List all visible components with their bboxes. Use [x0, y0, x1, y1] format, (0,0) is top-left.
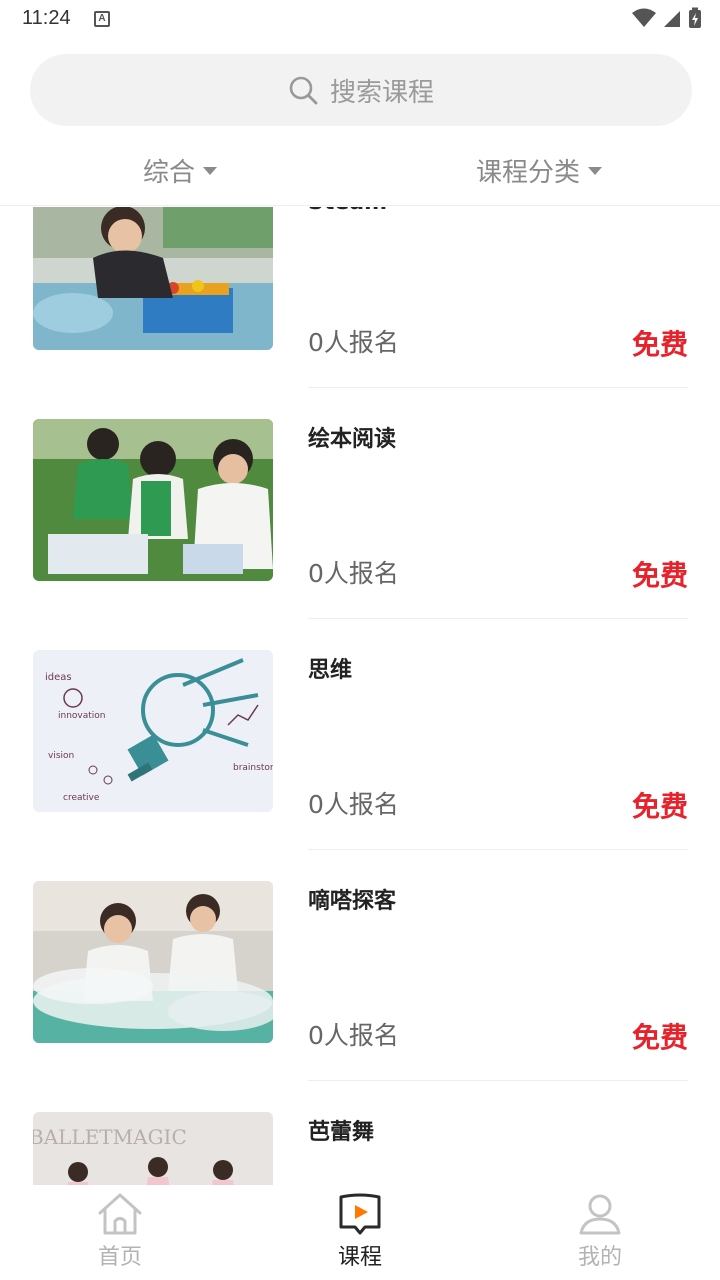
course-thumbnail [33, 881, 273, 1043]
home-icon [98, 1193, 142, 1235]
search-input[interactable]: 搜索课程 [30, 54, 692, 126]
signal-icon [664, 11, 680, 27]
battery-icon [689, 7, 701, 28]
filter-sort-label: 综合 [143, 158, 196, 188]
tab-course[interactable]: 课程 [300, 1191, 420, 1271]
filter-sort-dropdown[interactable]: 综合 [143, 152, 218, 189]
course-book-icon [339, 1193, 381, 1235]
svg-text:innovation: innovation [58, 711, 106, 721]
course-title: 嘀嗒探客 [308, 889, 397, 914]
course-thumbnail [33, 419, 273, 581]
course-title: Steam [308, 207, 387, 215]
caret-down-icon [588, 166, 603, 175]
course-item[interactable]: 嘀嗒探客 0人报名 免费 [0, 831, 720, 1081]
course-title: 绘本阅读 [308, 427, 397, 452]
enroll-count: 0人报名 [308, 328, 399, 357]
profile-icon [579, 1194, 621, 1235]
course-price: 免费 [631, 559, 688, 592]
tab-course-label: 课程 [337, 1245, 382, 1270]
course-price: 免费 [631, 328, 688, 361]
app-screen: 11:24 A 搜索课程 综合 课程分类 0人报名 免费 绘本阅读 0人报名 免… [0, 0, 720, 1280]
enroll-count: 0人报名 [308, 1021, 399, 1050]
course-item[interactable]: BALLETMAGIC 芭蕾舞 [0, 1062, 720, 1185]
course-item[interactable]: ideas innovation vision creative brainst… [0, 600, 720, 850]
status-time: 11:24 [22, 7, 71, 29]
filter-category-dropdown[interactable]: 课程分类 [476, 152, 603, 189]
course-title: 芭蕾舞 [308, 1120, 375, 1145]
course-price: 免费 [631, 790, 688, 823]
svg-text:creative: creative [63, 793, 100, 803]
enroll-count: 0人报名 [308, 790, 399, 819]
filter-bar: 综合 课程分类 [0, 140, 720, 206]
notification-icon: A [94, 11, 110, 27]
course-thumbnail [33, 207, 273, 350]
course-thumbnail: ideas innovation vision creative brainst… [33, 650, 273, 812]
search-placeholder: 搜索课程 [329, 77, 434, 108]
bottom-tab-bar: 首页 课程 我的 [0, 1185, 720, 1280]
svg-text:vision: vision [48, 751, 74, 761]
svg-text:brainstorm: brainstorm [233, 763, 273, 773]
search-icon [289, 76, 318, 105]
course-thumbnail: BALLETMAGIC [33, 1112, 273, 1185]
course-title: 思维 [308, 658, 353, 683]
course-item[interactable]: 绘本阅读 0人报名 免费 [0, 369, 720, 619]
status-icons [632, 7, 702, 29]
tab-mine-label: 我的 [577, 1245, 622, 1270]
filter-category-label: 课程分类 [476, 158, 581, 188]
course-price: 免费 [631, 1021, 688, 1054]
status-bar: 11:24 A [0, 0, 720, 38]
course-list[interactable]: Steam 0人报名 免费 [0, 207, 720, 1185]
svg-text:BALLETMAGIC: BALLETMAGIC [33, 1125, 187, 1149]
tab-home-label: 首页 [97, 1245, 142, 1270]
wifi-icon [632, 8, 656, 27]
tab-home[interactable]: 首页 [60, 1191, 180, 1271]
caret-down-icon [203, 166, 218, 175]
course-item[interactable]: Steam 0人报名 免费 [0, 207, 720, 388]
enroll-count: 0人报名 [308, 559, 399, 588]
tab-mine[interactable]: 我的 [540, 1191, 660, 1271]
svg-text:ideas: ideas [45, 672, 72, 683]
